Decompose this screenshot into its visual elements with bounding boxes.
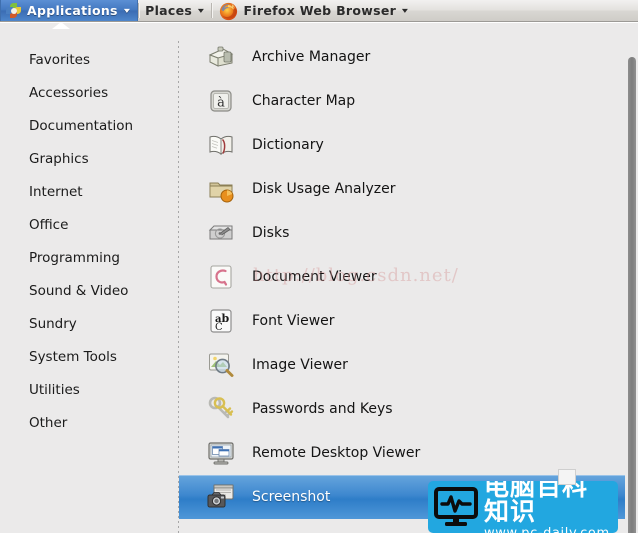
app-item-label: Dictionary [252, 137, 324, 153]
sidebar-item-programming[interactable]: Programming [0, 241, 178, 274]
app-item-label: Screenshot [252, 489, 331, 505]
panel-menu-applications[interactable]: Applications ▾ [0, 0, 139, 21]
remote-desktop-viewer-icon [206, 438, 236, 468]
svg-text:à: à [217, 96, 225, 111]
app-item-label: Passwords and Keys [252, 401, 393, 417]
sidebar-item-other[interactable]: Other [0, 406, 178, 439]
sidebar-item-internet[interactable]: Internet [0, 175, 178, 208]
sidebar-item-system-tools[interactable]: System Tools [0, 340, 178, 373]
app-item-label: Font Viewer [252, 313, 335, 329]
desktop-screen: Applications ▾ Places ▾ Firefox Web Brow… [0, 0, 638, 533]
sidebar-item-label: Programming [29, 249, 120, 266]
sidebar-item-label: Favorites [29, 51, 90, 68]
logo-title: 电脑百科知识 [484, 481, 589, 526]
applications-menu-popup: Favorites Accessories Documentation Grap… [0, 22, 638, 533]
sidebar-item-label: Internet [29, 183, 83, 200]
application-list-scrollbar[interactable] [625, 31, 638, 533]
font-viewer-icon: a b C [206, 306, 236, 336]
sidebar-item-office[interactable]: Office [0, 208, 178, 241]
chevron-down-icon: ▾ [123, 5, 131, 15]
app-item-label: Character Map [252, 93, 356, 109]
app-item-archive-manager[interactable]: Archive Manager [179, 35, 638, 79]
passwords-and-keys-icon [206, 394, 236, 424]
disks-icon [206, 218, 236, 248]
top-panel: Applications ▾ Places ▾ Firefox Web Brow… [0, 0, 638, 22]
character-map-icon: à [206, 86, 236, 116]
app-item-label: Archive Manager [252, 49, 371, 65]
chevron-down-icon: ▾ [198, 5, 205, 15]
sidebar-item-accessories[interactable]: Accessories [0, 76, 178, 109]
sidebar-item-label: System Tools [29, 348, 117, 365]
monitor-pulse-icon [434, 487, 478, 527]
watermark-corner-artifact [558, 469, 576, 485]
category-sidebar: Favorites Accessories Documentation Grap… [0, 31, 178, 533]
sidebar-item-label: Office [29, 216, 69, 233]
scrollbar-thumb[interactable] [628, 57, 636, 533]
sidebar-item-graphics[interactable]: Graphics [0, 142, 178, 175]
sidebar-item-label: Documentation [29, 117, 134, 134]
app-item-disk-usage-analyzer[interactable]: Disk Usage Analyzer [179, 167, 638, 211]
panel-menu-places[interactable]: Places ▾ [140, 0, 211, 21]
app-item-label: Remote Desktop Viewer [252, 445, 421, 461]
dictionary-icon [206, 130, 236, 160]
svg-text:C: C [215, 322, 223, 333]
panel-menu-places-label: Places [145, 3, 193, 18]
screenshot-icon [206, 482, 236, 512]
sidebar-item-label: Accessories [29, 84, 109, 101]
app-item-document-viewer[interactable]: Document Viewer [179, 255, 638, 299]
logo-url: www.pc-daily.com [484, 527, 612, 533]
svg-text:b: b [222, 312, 230, 325]
panel-menu-applications-label: Applications [27, 3, 118, 18]
app-item-character-map[interactable]: à Character Map [179, 79, 638, 123]
panel-menu-firefox[interactable]: Firefox Web Browser ▾ [213, 0, 415, 21]
archive-manager-icon [206, 42, 236, 72]
gnome-flower-icon [6, 2, 22, 19]
sidebar-item-favorites[interactable]: Favorites [0, 43, 178, 76]
sidebar-item-label: Sound & Video [29, 282, 129, 299]
firefox-icon [218, 1, 238, 21]
app-item-label: Disks [252, 225, 290, 241]
app-item-disks[interactable]: Disks [179, 211, 638, 255]
document-viewer-icon [206, 262, 236, 292]
sidebar-item-label: Utilities [29, 381, 80, 398]
sidebar-item-label: Sundry [29, 315, 77, 332]
image-viewer-icon [206, 350, 236, 380]
sidebar-item-sundry[interactable]: Sundry [0, 307, 178, 340]
app-item-font-viewer[interactable]: a b C Font Viewer [179, 299, 638, 343]
app-item-passwords-and-keys[interactable]: Passwords and Keys [179, 387, 638, 431]
panel-menu-firefox-label: Firefox Web Browser [243, 3, 397, 18]
app-item-label: Image Viewer [252, 357, 348, 373]
sidebar-item-documentation[interactable]: Documentation [0, 109, 178, 142]
sidebar-item-utilities[interactable]: Utilities [0, 373, 178, 406]
disk-usage-analyzer-icon [206, 174, 236, 204]
pc-daily-logo-watermark: 电脑百科知识 www.pc-daily.com [428, 481, 618, 533]
logo-text-block: 电脑百科知识 www.pc-daily.com [484, 481, 612, 533]
sidebar-item-label: Other [29, 414, 68, 431]
app-item-label: Disk Usage Analyzer [252, 181, 396, 197]
sidebar-item-label: Graphics [29, 150, 89, 167]
menu-body: Favorites Accessories Documentation Grap… [0, 31, 638, 533]
app-item-image-viewer[interactable]: Image Viewer [179, 343, 638, 387]
app-item-label: Document Viewer [252, 269, 377, 285]
application-list: Archive Manager à Character Map Dictiona… [179, 31, 638, 533]
sidebar-item-sound-and-video[interactable]: Sound & Video [0, 274, 178, 307]
menu-pointer-notch [52, 23, 70, 30]
chevron-down-icon: ▾ [402, 5, 409, 15]
app-item-dictionary[interactable]: Dictionary [179, 123, 638, 167]
